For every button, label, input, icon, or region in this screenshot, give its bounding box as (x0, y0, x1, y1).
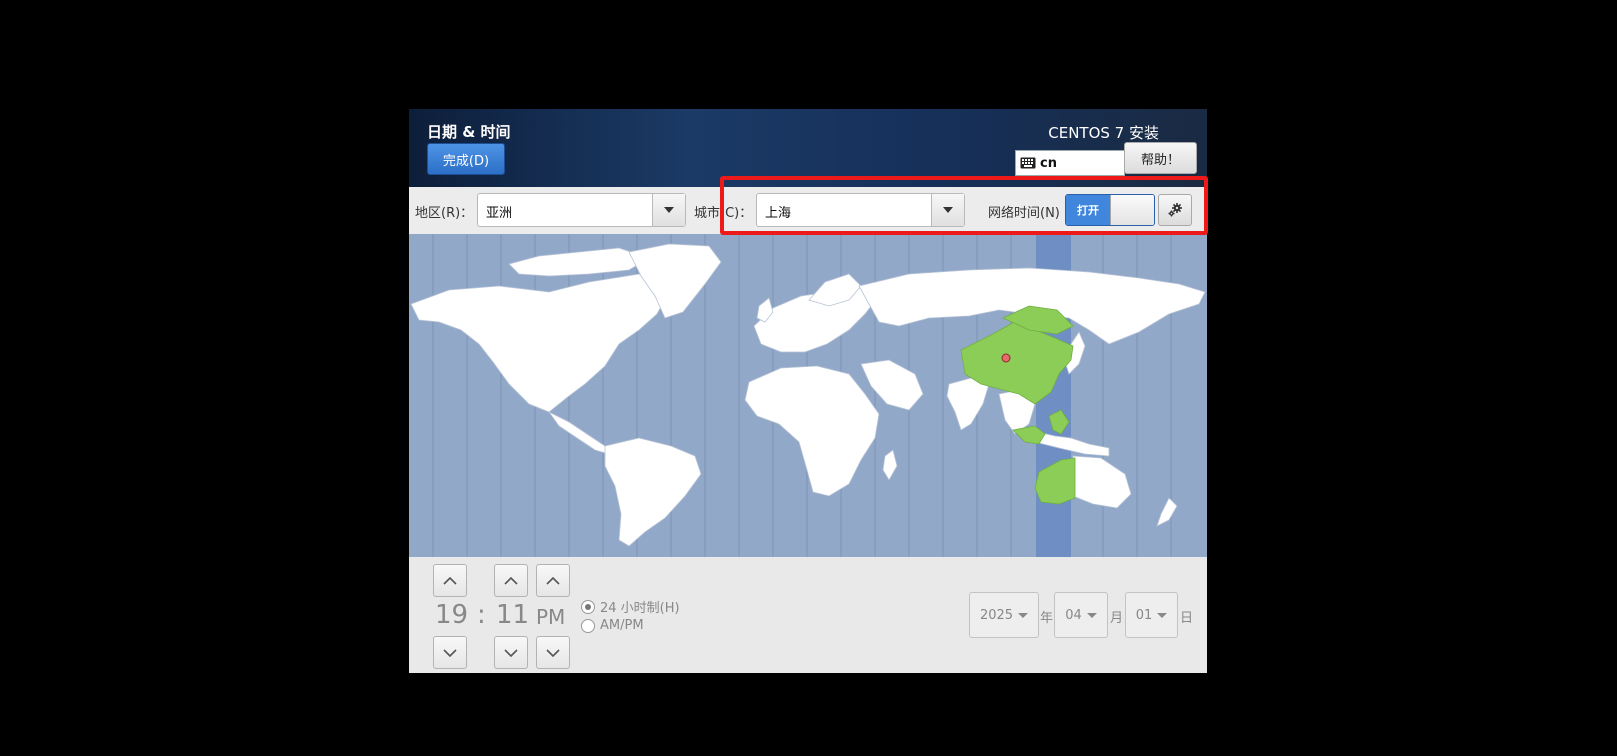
format-24h-radio[interactable] (581, 599, 595, 614)
chevron-up-icon (546, 576, 560, 585)
ampm-value: PM (536, 605, 566, 629)
time-separator: : (477, 600, 486, 630)
format-ampm-label: AM/PM (600, 618, 644, 633)
minutes-down-button[interactable] (494, 636, 528, 669)
format-ampm-radio[interactable] (581, 618, 595, 633)
chevron-down-icon[interactable] (652, 194, 685, 226)
format-24h-label: 24 小时制(H) (600, 601, 680, 616)
keyboard-layout-indicator[interactable]: cn (1015, 150, 1125, 176)
keyboard-icon (1020, 157, 1036, 169)
hours-value: 19 (435, 600, 469, 630)
done-button[interactable]: 完成(D) (427, 143, 505, 175)
year-value: 2025 (979, 607, 1014, 623)
day-value: 01 (1135, 607, 1153, 623)
chevron-down-icon (504, 648, 518, 657)
chevron-down-icon (443, 648, 457, 657)
selected-city-marker (1001, 353, 1011, 363)
annotation-highlight-box (720, 176, 1208, 235)
day-suffix: 日 (1180, 611, 1194, 626)
hours-up-button[interactable] (433, 564, 467, 597)
format-24h-option[interactable]: 24 小时制(H) (581, 597, 680, 616)
region-combo[interactable]: 亚洲 (477, 193, 686, 227)
ampm-up-button[interactable] (536, 564, 570, 597)
month-combo[interactable]: 04 (1054, 592, 1108, 638)
world-map[interactable] (409, 234, 1207, 557)
date-time-panel: 19 : 11 PM 24 小时制(H) AM/PM 2025 年 04 月 0… (409, 557, 1207, 673)
page-title: 日期 & 时间 (427, 123, 511, 141)
minutes-value: 11 (496, 600, 530, 630)
product-title: CENTOS 7 安装 (1048, 124, 1159, 142)
chevron-up-icon (443, 576, 457, 585)
help-button[interactable]: 帮助！ (1124, 142, 1197, 174)
region-label: 地区(R)： (415, 206, 474, 221)
chevron-down-icon (1086, 612, 1097, 618)
chevron-up-icon (504, 576, 518, 585)
timezone-map[interactable] (409, 234, 1207, 557)
year-combo[interactable]: 2025 (969, 592, 1039, 638)
month-value: 04 (1065, 607, 1082, 623)
region-value: 亚洲 (486, 206, 513, 221)
ampm-down-button[interactable] (536, 636, 570, 669)
year-suffix: 年 (1040, 611, 1054, 626)
month-suffix: 月 (1110, 611, 1124, 626)
hours-down-button[interactable] (433, 636, 467, 669)
chevron-down-icon (1018, 612, 1029, 618)
chevron-down-icon (1157, 612, 1168, 618)
chevron-down-icon (546, 648, 560, 657)
format-ampm-option[interactable]: AM/PM (581, 618, 644, 633)
day-combo[interactable]: 01 (1125, 592, 1178, 638)
minutes-up-button[interactable] (494, 564, 528, 597)
keyboard-layout-value: cn (1040, 155, 1057, 171)
